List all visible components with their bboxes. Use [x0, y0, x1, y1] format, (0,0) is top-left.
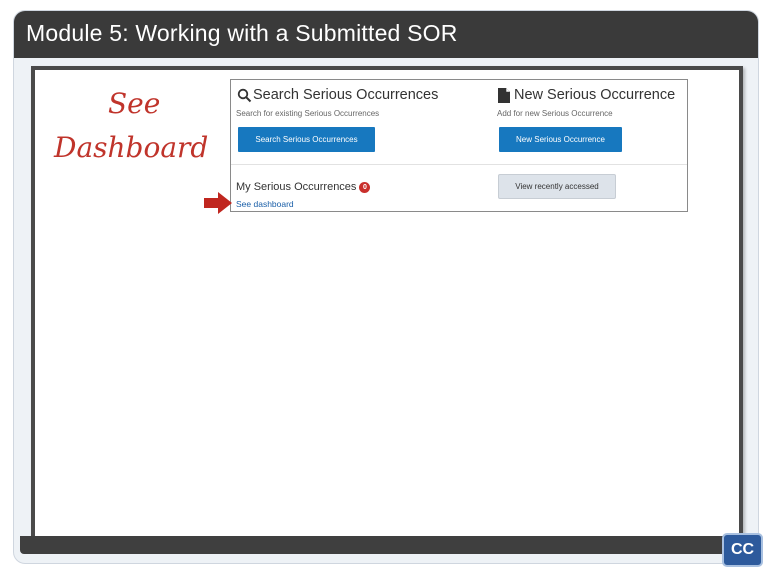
panel-divider [231, 164, 687, 165]
my-occurrences-label: My Serious Occurrences [236, 181, 357, 193]
red-arrow-icon [204, 192, 232, 219]
search-icon [237, 88, 252, 108]
new-section-title: New Serious Occurrence [514, 87, 676, 103]
my-occurrences-title: My Serious Occurrences 0 [236, 181, 371, 193]
view-recently-accessed-button[interactable]: View recently accessed [498, 174, 616, 199]
search-occurrences-button[interactable]: Search Serious Occurrences [238, 127, 375, 152]
see-dashboard-link[interactable]: See dashboard [236, 199, 294, 209]
title-bar: Module 5: Working with a Submitted SOR [14, 11, 758, 58]
serious-occurrences-panel: Search Serious Occurrences Search for ex… [230, 79, 688, 212]
occurrence-count-badge: 0 [359, 182, 371, 193]
search-section-subtitle: Search for existing Serious Occurrences [236, 109, 380, 118]
document-icon [498, 88, 510, 108]
annotation-dashboard: Dashboard [54, 131, 209, 164]
whiteboard-base [20, 536, 742, 554]
closed-captions-button[interactable]: CC [722, 533, 763, 567]
search-section-title: Search Serious Occurrences [253, 87, 439, 103]
new-section-subtitle: Add for new Serious Occurrence [497, 109, 613, 118]
annotation-see: See [108, 87, 161, 120]
slide-title: Module 5: Working with a Submitted SOR [26, 20, 458, 46]
new-occurrence-button[interactable]: New Serious Occurrence [499, 127, 622, 152]
